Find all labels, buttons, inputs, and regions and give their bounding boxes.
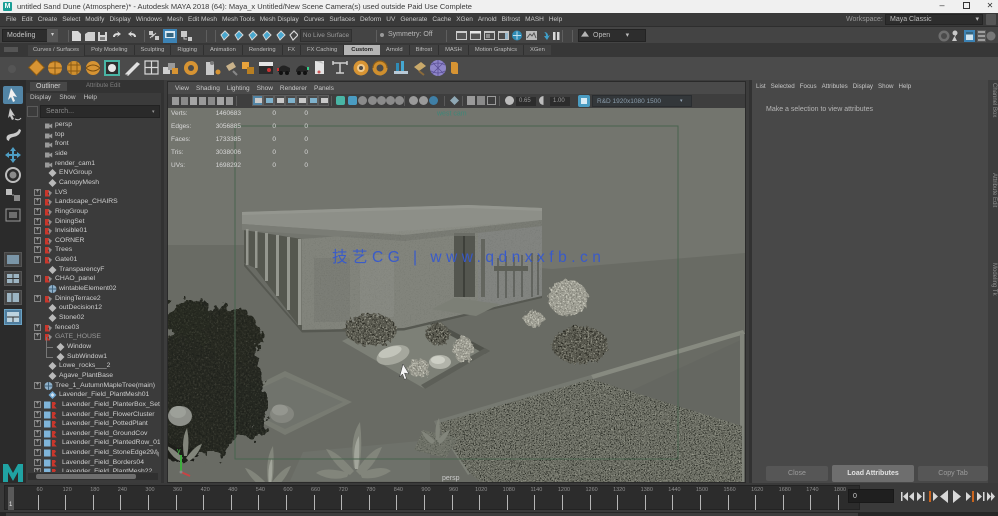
svg-text:y: y [177,448,181,455]
svg-text:persp: persp [442,475,460,482]
svg-text:west cam: west cam [436,111,467,118]
